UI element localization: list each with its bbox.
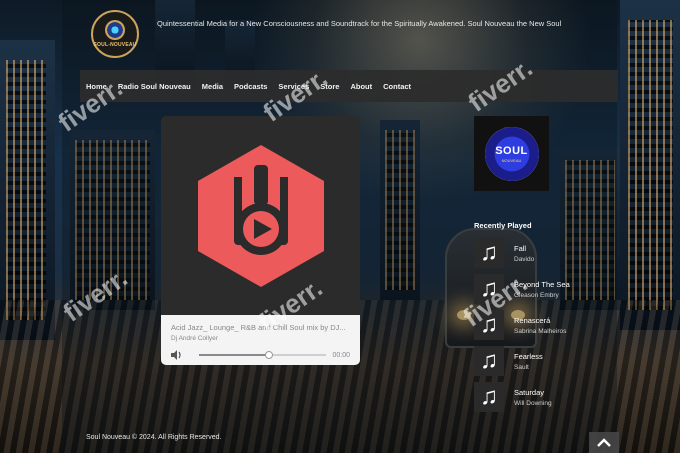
radio-artwork bbox=[161, 116, 360, 315]
list-item[interactable]: ♫ Fearless Sault bbox=[474, 343, 594, 379]
track-artist: Dj André Collyer bbox=[171, 335, 218, 342]
site-tagline: Quintessential Media for a New Conscious… bbox=[157, 19, 562, 28]
scroll-to-top-button[interactable] bbox=[589, 432, 619, 453]
nav-home[interactable]: Home bbox=[86, 82, 107, 91]
song-artist: Sault bbox=[514, 363, 529, 371]
sidebar-logo-sub: NOUVEAU bbox=[501, 157, 522, 163]
recently-played-list: ♫ Fall Davido ♫ Beyond The Sea Gleason Emb… bbox=[474, 235, 594, 415]
nav-store[interactable]: Store bbox=[320, 82, 339, 91]
seek-progress bbox=[199, 354, 270, 356]
headphones-play-icon bbox=[197, 144, 324, 287]
nav-podcasts[interactable]: Podcasts bbox=[234, 82, 267, 91]
nav-services[interactable]: Services bbox=[278, 82, 309, 91]
nav-about[interactable]: About bbox=[350, 82, 372, 91]
audio-player: Acid Jazz_ Lounge_ R&B and Chill Soul mi… bbox=[161, 116, 360, 365]
nav-radio-soul-nouveau[interactable]: Radio Soul Nouveau bbox=[118, 82, 191, 91]
song-artist: Gleason Embry bbox=[514, 291, 559, 299]
nav-contact[interactable]: Contact bbox=[383, 82, 411, 91]
list-item[interactable]: ♫ Fall Davido bbox=[474, 235, 594, 271]
list-item[interactable]: ♫ Beyond The Sea Gleason Embry bbox=[474, 271, 594, 307]
nav-media[interactable]: Media bbox=[202, 82, 223, 91]
song-title: Fall bbox=[514, 243, 527, 253]
volume-icon[interactable] bbox=[171, 350, 183, 360]
eye-icon bbox=[105, 20, 125, 40]
music-note-icon: ♫ bbox=[474, 310, 504, 340]
footer-copyright: Soul Nouveau © 2024. All Rights Reserved… bbox=[86, 434, 222, 441]
site-logo[interactable]: SOUL-NOUVEAU bbox=[91, 10, 139, 58]
time-display: 00:00 bbox=[332, 351, 350, 359]
recently-played-heading: Recently Played bbox=[474, 221, 532, 230]
song-title: Fearless bbox=[514, 351, 543, 361]
song-artist: Sabrina Malheiros bbox=[514, 327, 567, 335]
song-artist: Will Downing bbox=[514, 399, 552, 407]
logo-text: SOUL-NOUVEAU bbox=[93, 42, 137, 48]
music-note-icon: ♫ bbox=[474, 346, 504, 376]
list-item[interactable]: ♫ Saturday Will Downing bbox=[474, 379, 594, 415]
song-title: Saturday bbox=[514, 387, 545, 397]
song-title: Renascerá bbox=[514, 315, 551, 325]
main-nav: Home Radio Soul Nouveau Media Podcasts S… bbox=[80, 70, 618, 102]
song-artist: Davido bbox=[514, 255, 535, 263]
sidebar-logo[interactable]: SOUL NOUVEAU bbox=[474, 116, 549, 191]
music-note-icon: ♫ bbox=[474, 238, 504, 268]
player-controls: Acid Jazz_ Lounge_ R&B and Chill Soul mi… bbox=[161, 315, 360, 365]
seek-handle[interactable] bbox=[265, 351, 274, 359]
song-title: Beyond The Sea bbox=[514, 279, 570, 289]
track-title: Acid Jazz_ Lounge_ R&B and Chill Soul mi… bbox=[171, 323, 346, 332]
seek-slider[interactable] bbox=[199, 351, 327, 359]
list-item[interactable]: ♫ Renascerá Sabrina Malheiros bbox=[474, 307, 594, 343]
music-note-icon: ♫ bbox=[474, 382, 504, 412]
sidebar-logo-word: SOUL bbox=[495, 144, 528, 157]
music-note-icon: ♫ bbox=[474, 274, 504, 304]
chevron-up-icon bbox=[597, 438, 611, 447]
